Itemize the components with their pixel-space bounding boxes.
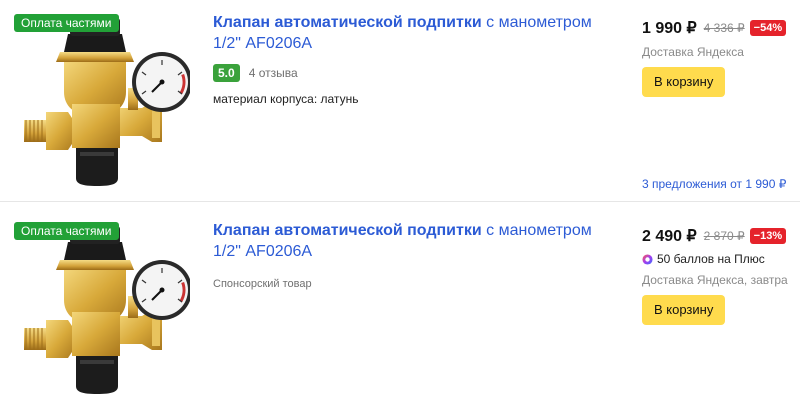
plus-points-icon — [642, 253, 653, 265]
delivery-text: Доставка Яндекса, завтра — [642, 273, 788, 287]
add-to-cart-button[interactable]: В корзину — [642, 295, 726, 325]
delivery-text: Доставка Яндекса — [642, 45, 744, 59]
price-block: 2 490 ₽ 2 870 ₽ −13% 50 баллов на Плюс Д… — [642, 226, 792, 325]
product-title-bold: Клапан автоматической подпитки — [213, 222, 482, 239]
plus-points-row: 50 баллов на Плюс — [642, 252, 792, 266]
current-price: 1 990 ₽ — [642, 20, 697, 37]
valve-product-image[interactable] — [10, 216, 190, 396]
price-block: 1 990 ₽ 4 336 ₽ −54% Доставка Яндекса В … — [642, 18, 792, 97]
plus-points-text: 50 баллов на Плюс — [657, 252, 765, 266]
discount-badge: −13% — [749, 228, 787, 244]
sponsored-label: Спонсорский товар — [213, 278, 312, 290]
divider — [0, 201, 800, 202]
installment-badge: Оплата частями — [14, 222, 119, 240]
spec-text: материал корпуса: латунь — [213, 92, 359, 106]
rating-row[interactable]: 5.0 4 отзыва — [213, 64, 298, 82]
rating-chip: 5.0 — [213, 64, 240, 82]
product-card[interactable]: Оплата частями Клапан автоматической под… — [0, 0, 800, 200]
price-row: 2 490 ₽ 2 870 ₽ −13% — [642, 226, 792, 246]
product-title-link[interactable]: Клапан автоматической подпитки с маномет… — [213, 220, 603, 262]
current-price: 2 490 ₽ — [642, 228, 697, 245]
product-card[interactable]: Оплата частями Клапан автоматической под… — [0, 208, 800, 408]
discount-badge: −54% — [749, 20, 787, 36]
reviews-count[interactable]: 4 отзыва — [249, 66, 298, 80]
valve-product-image[interactable] — [10, 8, 190, 188]
installment-badge: Оплата частями — [14, 14, 119, 32]
old-price: 2 870 ₽ — [703, 229, 745, 243]
add-to-cart-button[interactable]: В корзину — [642, 67, 726, 97]
offers-link[interactable]: 3 предложения от 1 990 ₽ — [642, 177, 786, 191]
price-row: 1 990 ₽ 4 336 ₽ −54% — [642, 18, 792, 38]
product-title-bold: Клапан автоматической подпитки — [213, 14, 482, 31]
product-title-link[interactable]: Клапан автоматической подпитки с маномет… — [213, 12, 603, 54]
old-price: 4 336 ₽ — [703, 21, 745, 35]
